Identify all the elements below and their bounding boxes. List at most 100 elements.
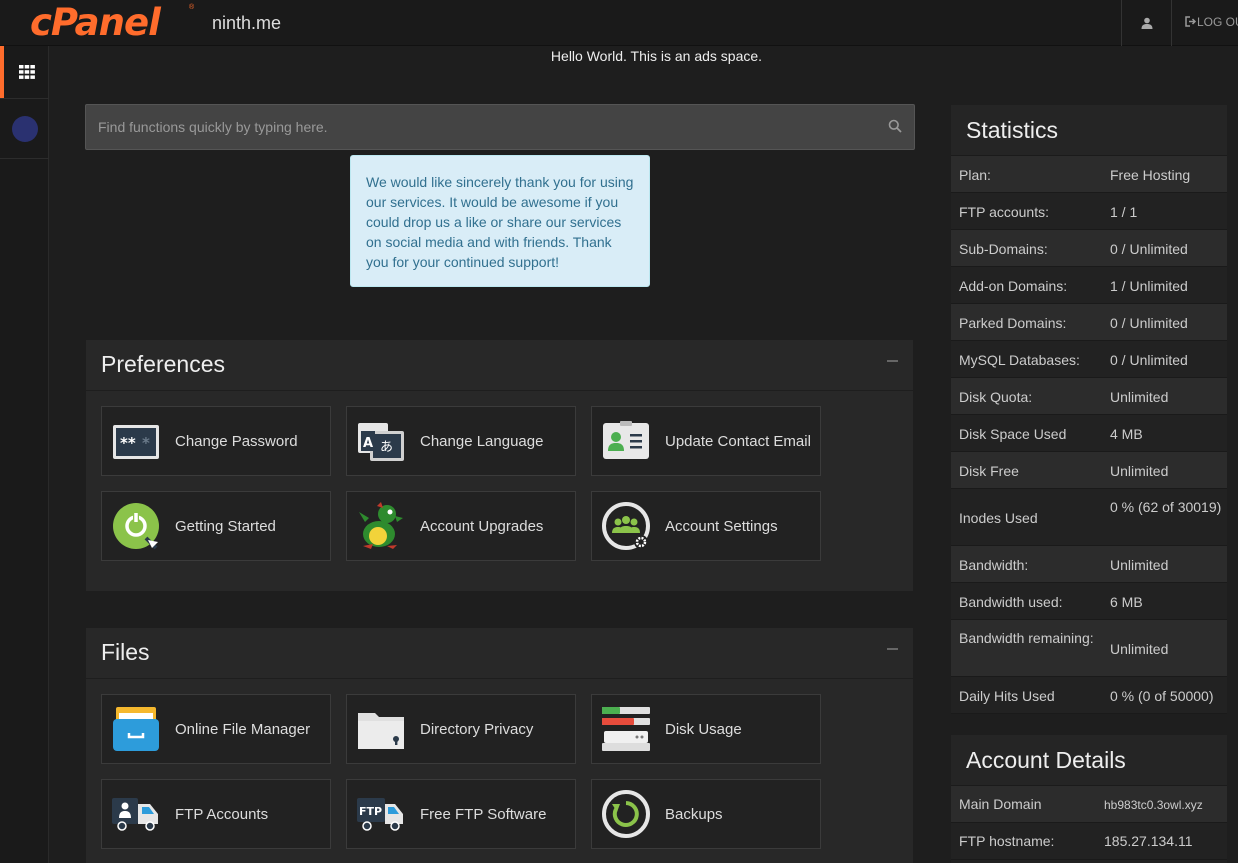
update-contact-email-item[interactable]: Update Contact Email	[591, 406, 821, 476]
thank-you-notice: We would like sincerely thank you for us…	[350, 155, 650, 287]
svg-text:A: A	[363, 436, 373, 451]
stat-label: Plan:	[959, 166, 991, 183]
registered-mark: ®	[189, 4, 195, 11]
stat-value: 1 / 1	[1110, 203, 1138, 220]
stat-row: Bandwidth: Unlimited	[951, 546, 1227, 583]
account-detail-row: Main Domain hb983tc0.3owl.xyz	[951, 786, 1227, 823]
backup-icon	[602, 790, 650, 838]
stat-label: Inodes Used	[959, 509, 1038, 526]
stat-label: Sub-Domains:	[959, 240, 1048, 257]
search-input[interactable]	[86, 105, 866, 149]
ftp-software-icon: FTP	[357, 790, 405, 838]
stat-value: Unlimited	[1110, 556, 1169, 573]
stat-label: Add-on Domains:	[959, 277, 1068, 294]
item-label: Directory Privacy	[420, 720, 534, 738]
files-header[interactable]: Files	[86, 628, 913, 679]
preferences-title: Preferences	[101, 351, 226, 377]
item-label: FTP Accounts	[175, 805, 269, 823]
stat-value: 0 / Unlimited	[1110, 240, 1188, 257]
account-settings-icon	[602, 502, 650, 550]
account-settings-item[interactable]: Account Settings	[591, 491, 821, 561]
sidebar	[0, 46, 49, 863]
logout-icon	[1185, 16, 1197, 27]
online-file-manager-item[interactable]: Online File Manager	[101, 694, 331, 764]
disk-usage-item[interactable]: Disk Usage	[591, 694, 821, 764]
change-language-item[interactable]: A あ Change Language	[346, 406, 576, 476]
stat-value: 0 % (0 of 50000)	[1110, 687, 1214, 704]
collapse-icon[interactable]	[887, 648, 898, 650]
stat-row: Inodes Used 0 % (62 of 30019)	[951, 489, 1227, 546]
stat-row: Parked Domains: 0 / Unlimited	[951, 304, 1227, 341]
stat-label: Disk Space Used	[959, 425, 1067, 442]
cpanel-logo[interactable]: cPanel	[30, 3, 161, 43]
stat-label: Daily Hits Used	[959, 687, 1055, 704]
stat-value: 0 % (62 of 30019)	[1110, 499, 1222, 515]
stat-value: 0 / Unlimited	[1110, 314, 1188, 331]
stat-row: MySQL Databases: 0 / Unlimited	[951, 341, 1227, 378]
logout-button[interactable]: LOG OUT	[1171, 0, 1238, 46]
statistics-title: Statistics	[951, 105, 1227, 156]
collapse-icon[interactable]	[887, 360, 898, 362]
svg-text:FTP: FTP	[359, 805, 382, 818]
svg-text:**: **	[120, 434, 136, 452]
statistics-panel: Statistics Plan: Free Hosting FTP accounts…	[951, 105, 1227, 714]
stat-row: Disk Space Used 4 MB	[951, 415, 1227, 452]
account-details-panel: Account Details Main Domain hb983tc0.3ow…	[951, 735, 1227, 863]
svg-text:*: *	[142, 434, 150, 452]
search-box	[85, 104, 915, 150]
stat-label: Bandwidth used:	[959, 593, 1063, 610]
stat-row: Disk Quota: Unlimited	[951, 378, 1227, 415]
grid-icon	[18, 65, 35, 79]
stat-value: Unlimited	[1110, 388, 1169, 405]
free-ftp-software-item[interactable]: FTP Free FTP Software	[346, 779, 576, 849]
account-detail-label: Main Domain	[959, 796, 1042, 812]
password-icon: ** *	[112, 417, 160, 465]
account-upgrades-item[interactable]: Account Upgrades	[346, 491, 576, 561]
ftp-accounts-item[interactable]: FTP Accounts	[101, 779, 331, 849]
item-label: Free FTP Software	[420, 805, 547, 823]
account-detail-label: FTP hostname:	[959, 833, 1055, 849]
stat-value: Unlimited	[1110, 462, 1169, 479]
stat-value: Free Hosting	[1110, 166, 1191, 183]
user-menu-button[interactable]	[1121, 0, 1171, 46]
stat-row: Sub-Domains: 0 / Unlimited	[951, 230, 1227, 267]
domain-name: ninth.me	[212, 13, 282, 33]
stat-row: Disk Free Unlimited	[951, 452, 1227, 489]
stat-value: Unlimited	[1110, 640, 1169, 657]
stat-value: 1 / Unlimited	[1110, 277, 1188, 294]
contact-card-icon	[602, 417, 650, 465]
stat-row: Plan: Free Hosting	[951, 156, 1227, 193]
svg-text:あ: あ	[380, 440, 393, 455]
item-label: Change Language	[420, 432, 544, 450]
account-detail-value: 185.27.134.11	[1104, 833, 1193, 849]
logout-label: LOG OUT	[1197, 15, 1238, 29]
disk-usage-icon	[602, 705, 650, 753]
getting-started-item[interactable]: Getting Started	[101, 491, 331, 561]
directory-privacy-item[interactable]: Directory Privacy	[346, 694, 576, 764]
stat-value: 6 MB	[1110, 593, 1143, 610]
stat-row: FTP accounts: 1 / 1	[951, 193, 1227, 230]
preferences-header[interactable]: Preferences	[86, 340, 913, 391]
files-panel: Files Online File Manager Directory Priv…	[86, 628, 913, 863]
theme-icon	[11, 115, 38, 142]
ftp-accounts-icon	[112, 790, 160, 838]
item-label: Online File Manager	[175, 720, 311, 738]
backups-item[interactable]: Backups	[591, 779, 821, 849]
stat-label: Bandwidth remaining:	[959, 630, 1094, 646]
getting-started-icon	[112, 502, 160, 550]
top-bar: cPanel ® ninth.me LOG OUT	[0, 0, 1238, 46]
item-label: Disk Usage	[665, 720, 742, 738]
stat-row: Bandwidth remaining: Unlimited	[951, 620, 1227, 677]
folder-lock-icon	[357, 705, 405, 753]
search-icon[interactable]	[888, 119, 902, 133]
stat-label: FTP accounts:	[959, 203, 1050, 220]
stat-row: Daily Hits Used 0 % (0 of 50000)	[951, 677, 1227, 714]
stat-row: Add-on Domains: 1 / Unlimited	[951, 267, 1227, 304]
change-password-item[interactable]: ** * Change Password	[101, 406, 331, 476]
item-label: Change Password	[175, 432, 298, 450]
files-title: Files	[101, 639, 150, 665]
account-detail-row: FTP hostname: 185.27.134.11	[951, 823, 1227, 860]
stat-label: MySQL Databases:	[959, 351, 1080, 368]
item-label: Getting Started	[175, 517, 276, 535]
sidebar-theme-button[interactable]	[0, 98, 49, 159]
